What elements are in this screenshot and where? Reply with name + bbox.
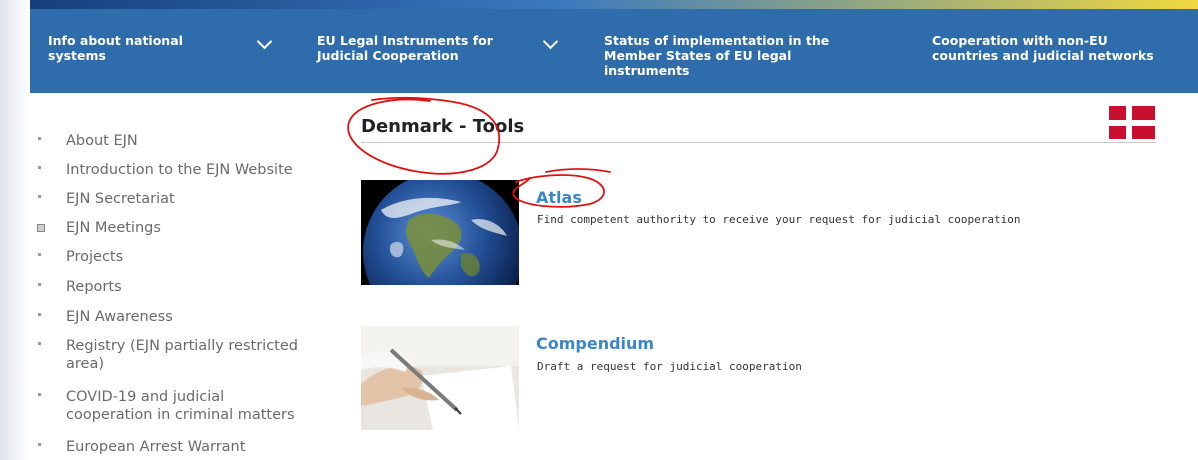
- expand-square-icon[interactable]: [37, 224, 45, 232]
- compendium-description: Draft a request for judicial cooperation: [537, 360, 802, 373]
- nav-info-national-systems[interactable]: Info about national systems: [48, 33, 183, 63]
- sidebar-item-label-line: cooperation in criminal matters: [66, 407, 295, 423]
- sidebar-item-label-line: Registry (EJN partially restricted: [66, 338, 298, 354]
- nav-label-line: Info about national: [48, 33, 183, 48]
- bullet-icon: [38, 313, 41, 316]
- nav-label-line: EU Legal Instruments for: [317, 33, 493, 48]
- nav-label-line: countries and judicial networks: [932, 48, 1154, 63]
- top-accent-stripe: [30, 0, 1198, 9]
- page-title: Denmark - Tools: [361, 116, 525, 137]
- sidebar-item-european-arrest-warrant[interactable]: European Arrest Warrant: [66, 438, 336, 456]
- sidebar-item-label-line: area): [66, 356, 104, 372]
- sidebar-item-about-ejn[interactable]: About EJN: [66, 132, 336, 150]
- bullet-icon: [38, 393, 41, 396]
- window-edge: [0, 0, 30, 460]
- sidebar-item-secretariat[interactable]: EJN Secretariat: [66, 190, 336, 208]
- nav-eu-legal-instruments[interactable]: EU Legal Instruments for Judicial Cooper…: [317, 33, 493, 63]
- nav-cooperation-non-eu[interactable]: Cooperation with non-EU countries and ju…: [932, 33, 1154, 63]
- nav-label-line: Member States of EU legal: [604, 48, 792, 63]
- atlas-description: Find competent authority to receive your…: [537, 213, 1021, 226]
- sidebar-item-meetings[interactable]: EJN Meetings: [66, 219, 336, 237]
- nav-label-line: Judicial Cooperation: [317, 48, 459, 63]
- sidebar-item-label-line: COVID-19 and judicial: [66, 389, 225, 405]
- nav-label-line: Status of implementation in the: [604, 33, 830, 48]
- bullet-icon: [38, 342, 41, 345]
- bullet-icon: [38, 137, 41, 140]
- denmark-flag-icon: [1109, 106, 1155, 139]
- bullet-icon: [38, 283, 41, 286]
- bullet-icon: [38, 166, 41, 169]
- nav-label-line: instruments: [604, 63, 690, 78]
- sidebar-item-reports[interactable]: Reports: [66, 278, 336, 296]
- atlas-link[interactable]: Atlas: [536, 188, 582, 207]
- bullet-icon: [38, 443, 41, 446]
- nav-status-of-implementation[interactable]: Status of implementation in the Member S…: [604, 33, 829, 78]
- heading-divider: [361, 142, 1156, 143]
- earth-image[interactable]: [361, 180, 519, 285]
- sidebar-item-registry[interactable]: Registry (EJN partially restricted area): [66, 337, 336, 373]
- bullet-icon: [38, 195, 41, 198]
- bullet-icon: [38, 253, 41, 256]
- compendium-link[interactable]: Compendium: [536, 334, 654, 353]
- sidebar-item-projects[interactable]: Projects: [66, 248, 336, 266]
- sidebar-item-introduction[interactable]: Introduction to the EJN Website: [66, 161, 336, 179]
- nav-label-line: systems: [48, 48, 106, 63]
- nav-label-line: Cooperation with non-EU: [932, 33, 1108, 48]
- writing-hand-image[interactable]: [361, 326, 519, 430]
- sidebar-item-awareness[interactable]: EJN Awareness: [66, 308, 336, 326]
- sidebar-item-covid19[interactable]: COVID-19 and judicial cooperation in cri…: [66, 388, 336, 424]
